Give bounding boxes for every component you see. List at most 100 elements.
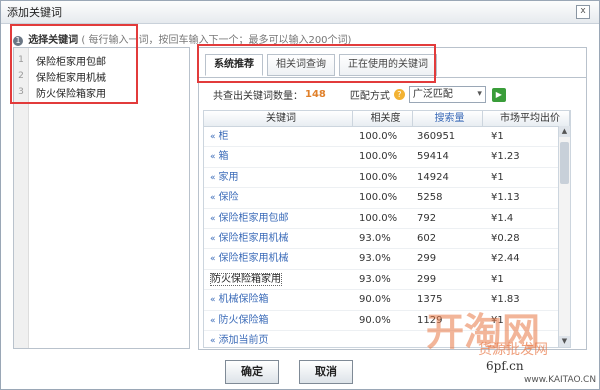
table-row: «机械保险箱 90.0% 1375 ¥1.83 xyxy=(204,290,570,311)
relevance-cell xyxy=(353,331,413,347)
price-cell: ¥1.23 xyxy=(491,151,520,163)
keyword-link[interactable]: 机械保险箱 xyxy=(219,294,269,305)
volume-cell: 299 xyxy=(417,273,437,285)
table-row: «保险柜家用包邮 100.0% 792 ¥1.4 xyxy=(204,209,570,229)
scroll-thumb[interactable] xyxy=(560,142,569,184)
keyword-link[interactable]: 箱 xyxy=(219,151,229,162)
price-cell: ¥1 xyxy=(491,273,504,285)
relevance-cell: 100.0% xyxy=(359,171,398,183)
keyword-text: 保险柜家用包邮 xyxy=(36,56,106,68)
add-keywords-dialog: 添加关键词 x 1 选择关键词 ( 每行输入一词，按回车输入下一个；最多可以输入… xyxy=(0,0,600,390)
relevance-cell: 93.0% xyxy=(359,232,391,244)
table-scrollbar[interactable]: ▲ ▼ xyxy=(558,126,570,347)
table-row: 防火保险箱家用 93.0% 299 ¥1 xyxy=(204,270,570,291)
add-arrow-icon[interactable]: « xyxy=(210,336,216,346)
volume-cell: 602 xyxy=(417,232,437,244)
table-header: 关键词 相关度 搜索量 市场平均出价 xyxy=(204,111,570,127)
keyword-line: 1 保险柜家用包邮 xyxy=(14,52,106,68)
header-relevance[interactable]: 相关度 xyxy=(353,111,413,126)
table-row: «箱 100.0% 59414 ¥1.23 xyxy=(204,147,570,168)
price-cell: ¥0.28 xyxy=(491,232,520,244)
keyword-line: 3 防火保险箱家用 xyxy=(14,84,106,100)
instruction-label: 选择关键词 xyxy=(28,35,79,46)
relevance-cell: 90.0% xyxy=(359,294,391,306)
volume-cell: 1375 xyxy=(417,294,443,306)
add-current-page-link[interactable]: 添加当前页 xyxy=(219,335,269,346)
dialog-titlebar: 添加关键词 x xyxy=(1,1,599,24)
table-row: «保险柜家用机械 93.0% 602 ¥0.28 xyxy=(204,229,570,250)
add-arrow-icon[interactable]: « xyxy=(210,295,216,305)
price-cell: ¥1.83 xyxy=(491,294,520,306)
add-arrow-icon[interactable]: « xyxy=(210,316,216,326)
price-cell xyxy=(483,331,570,347)
confirm-button[interactable]: 确定 xyxy=(225,360,279,384)
keyword-link[interactable]: 防火保险箱家用 xyxy=(210,272,282,286)
tab-keywords-in-use[interactable]: 正在使用的关键词 xyxy=(339,54,437,76)
add-arrow-icon[interactable]: « xyxy=(210,152,216,162)
close-icon[interactable]: x xyxy=(576,5,590,19)
line-number: 3 xyxy=(18,87,24,97)
keyword-text: 保险柜家用机械 xyxy=(36,72,106,84)
keyword-link[interactable]: 家用 xyxy=(219,172,239,183)
relevance-cell: 100.0% xyxy=(359,131,398,142)
watermark-domain-secondary: www.KAITAO.CN xyxy=(524,375,597,385)
keyword-link[interactable]: 保险柜家用机械 xyxy=(219,253,289,264)
add-arrow-icon[interactable]: « xyxy=(210,173,216,183)
relevance-cell: 93.0% xyxy=(359,273,391,285)
price-cell: ¥1 xyxy=(491,314,504,326)
add-arrow-icon[interactable]: « xyxy=(210,214,216,224)
volume-cell: 14924 xyxy=(417,171,449,183)
scroll-down-icon[interactable]: ▼ xyxy=(559,336,570,347)
add-arrow-icon[interactable]: « xyxy=(210,234,216,244)
keyword-link[interactable]: 防火保险箱 xyxy=(219,315,269,326)
keyword-link[interactable]: 保险柜家用包邮 xyxy=(219,213,289,224)
step-number: 1 xyxy=(13,36,23,46)
line-number: 2 xyxy=(18,71,24,81)
keyword-table: 关键词 相关度 搜索量 市场平均出价 «柜 100.0% 360951 ¥1 «… xyxy=(203,110,571,348)
table-row: «家用 100.0% 14924 ¥1 xyxy=(204,168,570,189)
go-icon[interactable]: ▶ xyxy=(491,87,506,102)
relevance-cell: 100.0% xyxy=(359,192,398,204)
table-row: «添加当前页 xyxy=(204,331,570,347)
count-label: 共查出关键词数量： xyxy=(213,91,303,102)
volume-cell xyxy=(413,331,483,347)
keyword-link[interactable]: 柜 xyxy=(219,131,229,142)
match-type-label: 匹配方式 xyxy=(349,91,390,102)
tab-system-recommend[interactable]: 系统推荐 xyxy=(205,54,263,76)
keyword-link[interactable]: 保险柜家用机械 xyxy=(219,233,289,244)
table-row: «防火保险箱 90.0% 1129 ¥1 xyxy=(204,311,570,331)
relevance-cell: 100.0% xyxy=(359,212,398,224)
keyword-input-area[interactable]: 1 保险柜家用包邮 2 保险柜家用机械 3 防火保险箱家用 xyxy=(13,47,190,349)
volume-cell: 5258 xyxy=(417,192,443,204)
add-arrow-icon[interactable]: « xyxy=(210,193,216,203)
tab-related-search[interactable]: 相关词查询 xyxy=(267,54,335,76)
price-cell: ¥1 xyxy=(491,171,504,183)
relevance-cell: 100.0% xyxy=(359,151,398,163)
keyword-text: 防火保险箱家用 xyxy=(36,88,106,100)
add-arrow-icon[interactable]: « xyxy=(210,132,216,142)
dialog-title: 添加关键词 xyxy=(7,6,62,19)
header-keyword[interactable]: 关键词 xyxy=(204,111,353,126)
help-icon[interactable]: ? xyxy=(393,89,405,100)
keyword-line: 2 保险柜家用机械 xyxy=(14,68,106,84)
stats-bar: 共查出关键词数量： 148 匹配方式 ? 广泛匹配 ▶ xyxy=(213,86,506,103)
header-price[interactable]: 市场平均出价 xyxy=(483,111,570,126)
volume-cell: 792 xyxy=(417,212,437,224)
price-cell: ¥1.13 xyxy=(491,192,520,204)
header-volume[interactable]: 搜索量 xyxy=(413,111,483,126)
table-row: «保险柜家用机械 93.0% 299 ¥2.44 xyxy=(204,249,570,270)
line-number: 1 xyxy=(18,55,24,65)
table-row: «保险 100.0% 5258 ¥1.13 xyxy=(204,188,570,209)
add-arrow-icon[interactable]: « xyxy=(210,254,216,264)
cancel-button[interactable]: 取消 xyxy=(299,360,353,384)
keyword-link[interactable]: 保险 xyxy=(219,192,239,203)
scroll-up-icon[interactable]: ▲ xyxy=(559,126,570,137)
price-cell: ¥1 xyxy=(491,131,504,142)
keyword-count: 148 xyxy=(305,89,326,100)
price-cell: ¥2.44 xyxy=(491,253,520,265)
volume-cell: 59414 xyxy=(417,151,449,163)
relevance-cell: 90.0% xyxy=(359,314,391,326)
match-type-select[interactable]: 广泛匹配 xyxy=(408,86,486,103)
volume-cell: 360951 xyxy=(417,131,456,142)
volume-cell: 299 xyxy=(417,253,437,265)
